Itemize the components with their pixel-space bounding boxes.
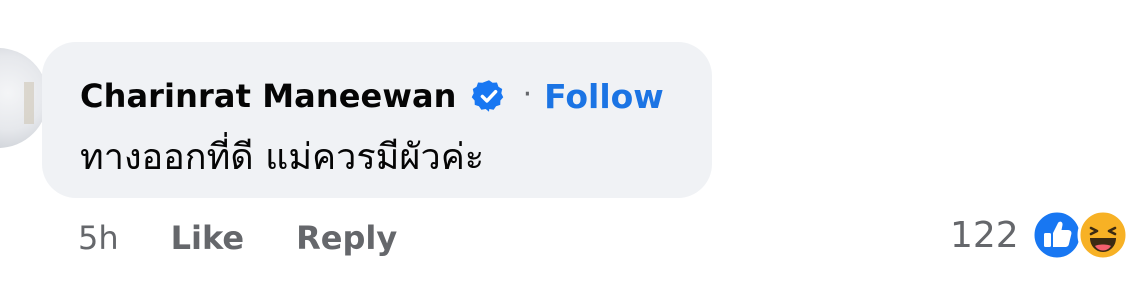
follow-button[interactable]: Follow xyxy=(544,77,664,116)
comment-container: Charinrat Maneewan · Follow ทางออกที่ดี … xyxy=(0,0,1128,286)
like-button[interactable]: Like xyxy=(171,219,244,257)
separator-dot: · xyxy=(522,76,533,112)
reaction-count: 122 xyxy=(950,214,1019,256)
avatar[interactable] xyxy=(0,48,48,148)
like-icon xyxy=(1031,209,1083,261)
author-name[interactable]: Charinrat Maneewan xyxy=(80,77,457,115)
reply-button[interactable]: Reply xyxy=(296,219,397,257)
haha-icon xyxy=(1077,209,1128,261)
comment-actions: 5h Like Reply xyxy=(78,214,397,262)
verified-badge-icon xyxy=(471,78,507,114)
comment-header: Charinrat Maneewan · Follow xyxy=(80,74,664,118)
comment-text: ทางออกที่ดี แม่ควรมีผัวค่ะ xyxy=(80,137,485,178)
reaction-summary[interactable]: 122 xyxy=(950,208,1128,262)
comment-timestamp[interactable]: 5h xyxy=(78,219,119,257)
